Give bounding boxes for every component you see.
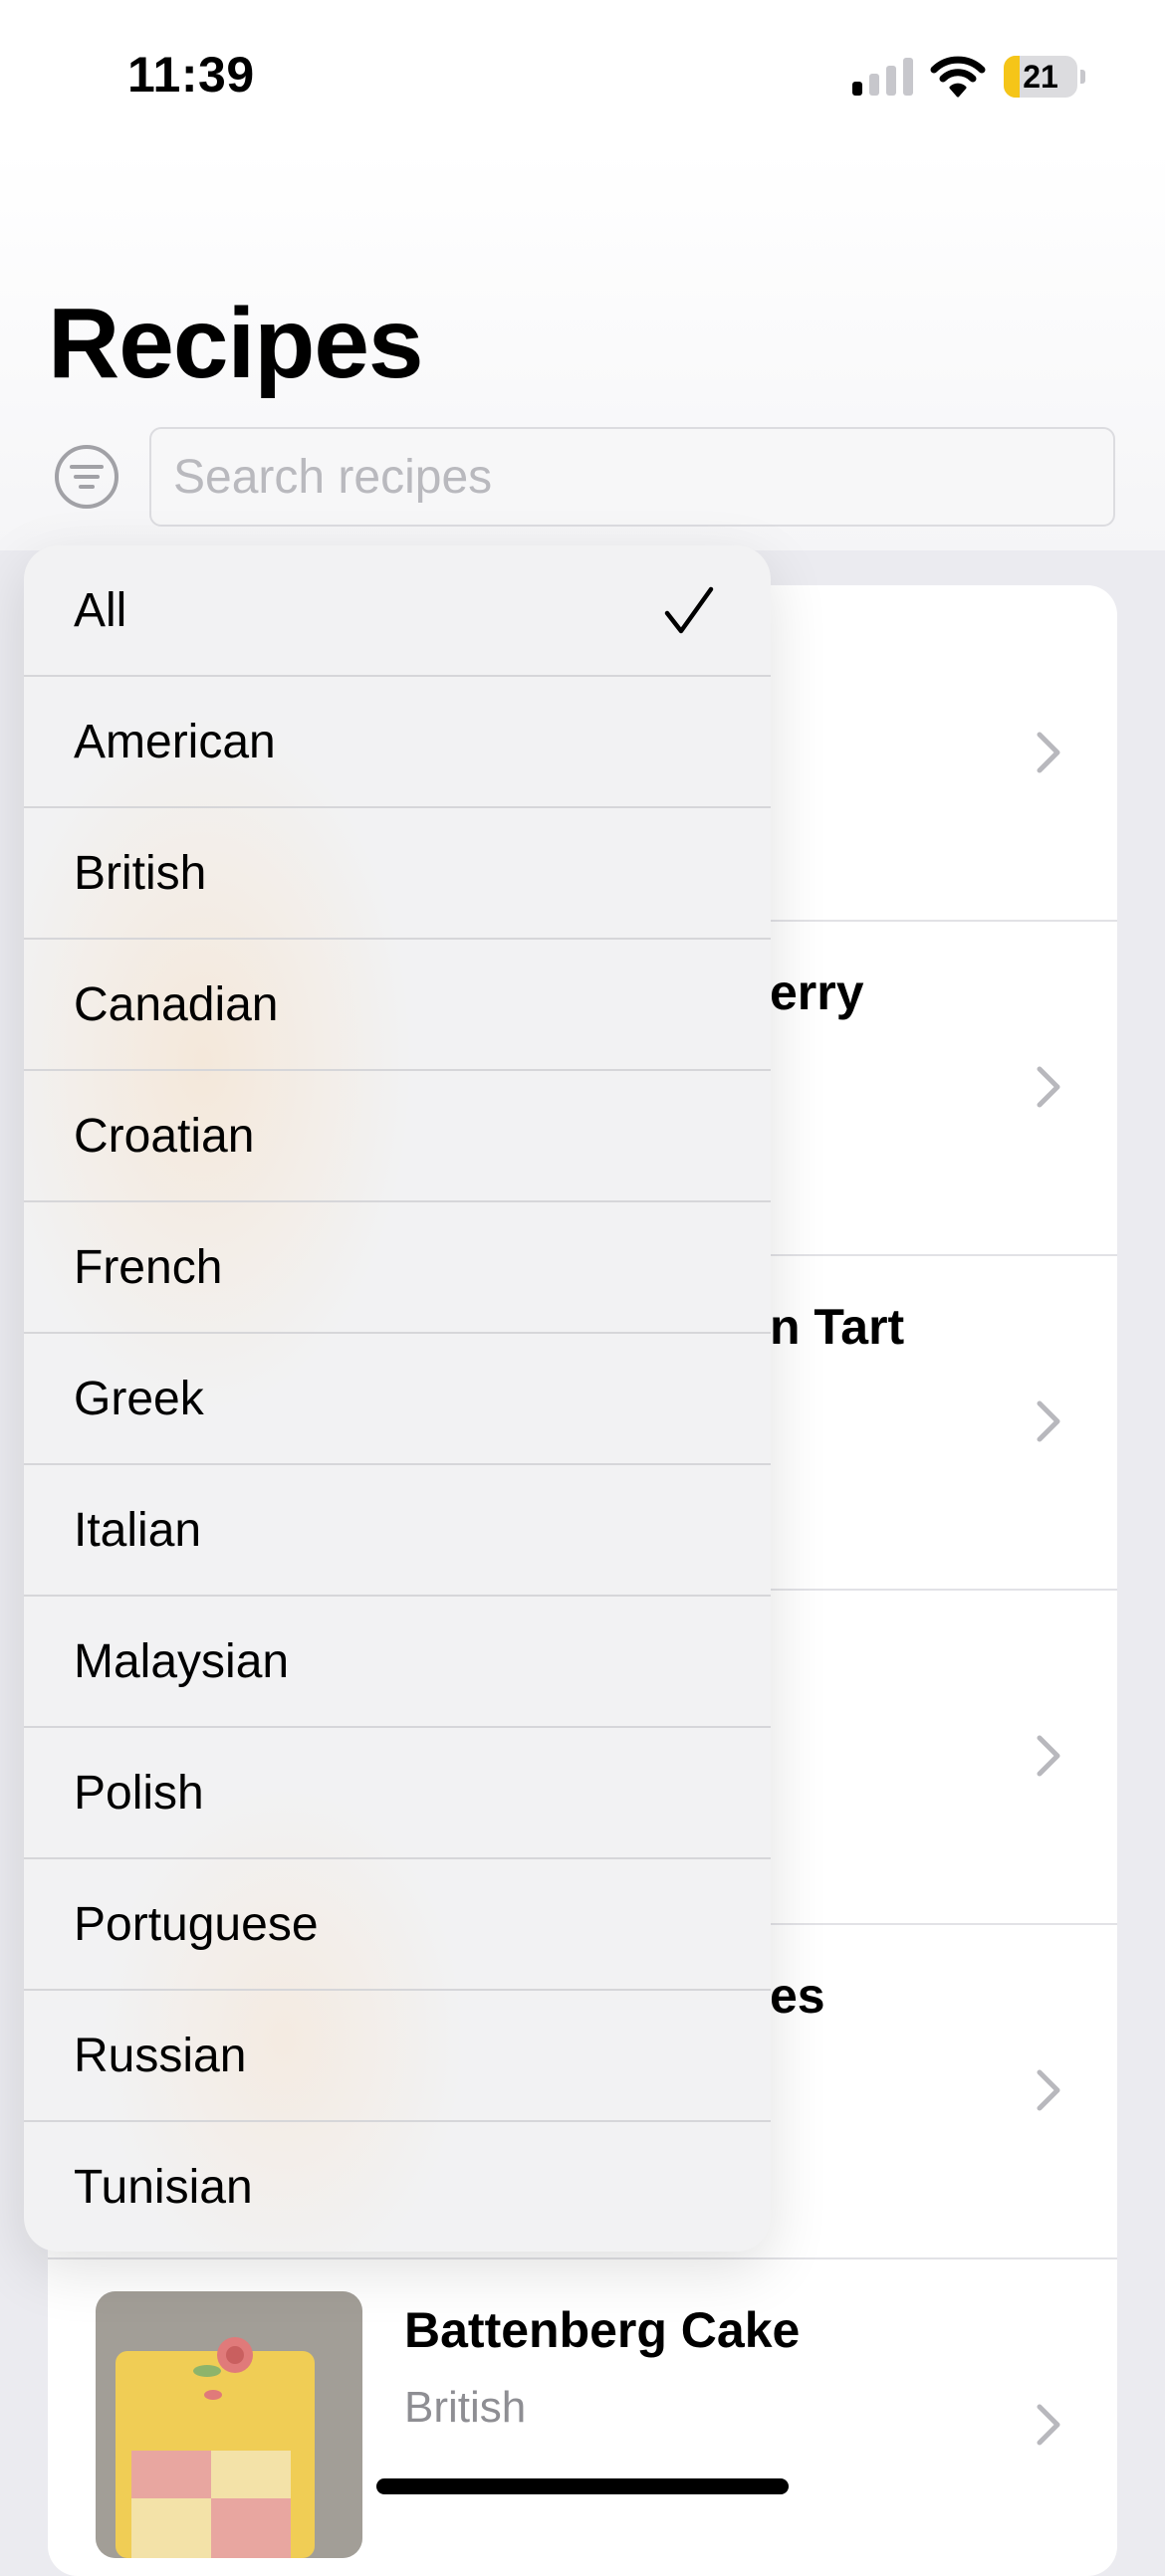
recipe-cuisine: British <box>404 2383 527 2432</box>
battery-icon: 21 <box>1004 56 1085 98</box>
menu-item-croatian[interactable]: Croatian <box>24 1071 771 1202</box>
menu-item-russian[interactable]: Russian <box>24 1991 771 2122</box>
menu-item-polish[interactable]: Polish <box>24 1728 771 1859</box>
menu-item-label: British <box>74 847 207 900</box>
menu-item-label: Croatian <box>74 1110 255 1163</box>
menu-item-label: Tunisian <box>74 2161 253 2214</box>
chevron-right-icon <box>1037 2069 1060 2111</box>
menu-item-label: Italian <box>74 1504 202 1557</box>
menu-item-malaysian[interactable]: Malaysian <box>24 1597 771 1728</box>
chevron-right-icon <box>1037 2404 1060 2446</box>
filter-icon[interactable] <box>54 444 119 510</box>
checkmark-icon <box>664 586 714 634</box>
menu-item-greek[interactable]: Greek <box>24 1334 771 1465</box>
menu-item-label: All <box>74 584 127 637</box>
wifi-icon <box>930 56 986 98</box>
menu-item-french[interactable]: French <box>24 1202 771 1334</box>
menu-item-label: Greek <box>74 1373 204 1425</box>
menu-item-tunisian[interactable]: Tunisian <box>24 2122 771 2252</box>
cellular-signal-icon <box>852 58 914 96</box>
status-time: 11:39 <box>127 47 255 103</box>
menu-item-label: French <box>74 1241 223 1294</box>
chevron-right-icon <box>1037 732 1060 773</box>
recipe-thumbnail <box>96 2291 362 2558</box>
menu-item-label: Polish <box>74 1767 204 1820</box>
menu-item-label: Canadian <box>74 978 279 1031</box>
menu-item-italian[interactable]: Italian <box>24 1465 771 1597</box>
recipe-name-fragment: erry <box>770 965 864 1020</box>
cuisine-filter-menu: All American British Canadian Croatian F… <box>24 545 771 2252</box>
recipe-name: Battenberg Cake <box>404 2302 801 2358</box>
menu-item-label: Portuguese <box>74 1898 319 1951</box>
chevron-right-icon <box>1037 1400 1060 1442</box>
menu-item-label: Russian <box>74 2030 247 2082</box>
recipe-name-fragment: n Tart <box>770 1299 905 1355</box>
menu-item-portuguese[interactable]: Portuguese <box>24 1859 771 1991</box>
menu-item-label: Malaysian <box>74 1635 290 1688</box>
menu-item-canadian[interactable]: Canadian <box>24 940 771 1071</box>
battery-level: 21 <box>1023 59 1058 95</box>
page-title: Recipes <box>48 288 424 399</box>
home-indicator <box>376 2478 789 2494</box>
search-input[interactable] <box>149 427 1115 527</box>
chevron-right-icon <box>1037 1735 1060 1777</box>
menu-item-british[interactable]: British <box>24 808 771 940</box>
chevron-right-icon <box>1037 1066 1060 1108</box>
menu-item-american[interactable]: American <box>24 677 771 808</box>
menu-item-all[interactable]: All <box>24 545 771 677</box>
menu-item-label: American <box>74 716 276 768</box>
recipe-row-battenberg[interactable]: Battenberg Cake British <box>48 2257 1117 2576</box>
recipe-name-fragment: es <box>770 1968 825 2024</box>
